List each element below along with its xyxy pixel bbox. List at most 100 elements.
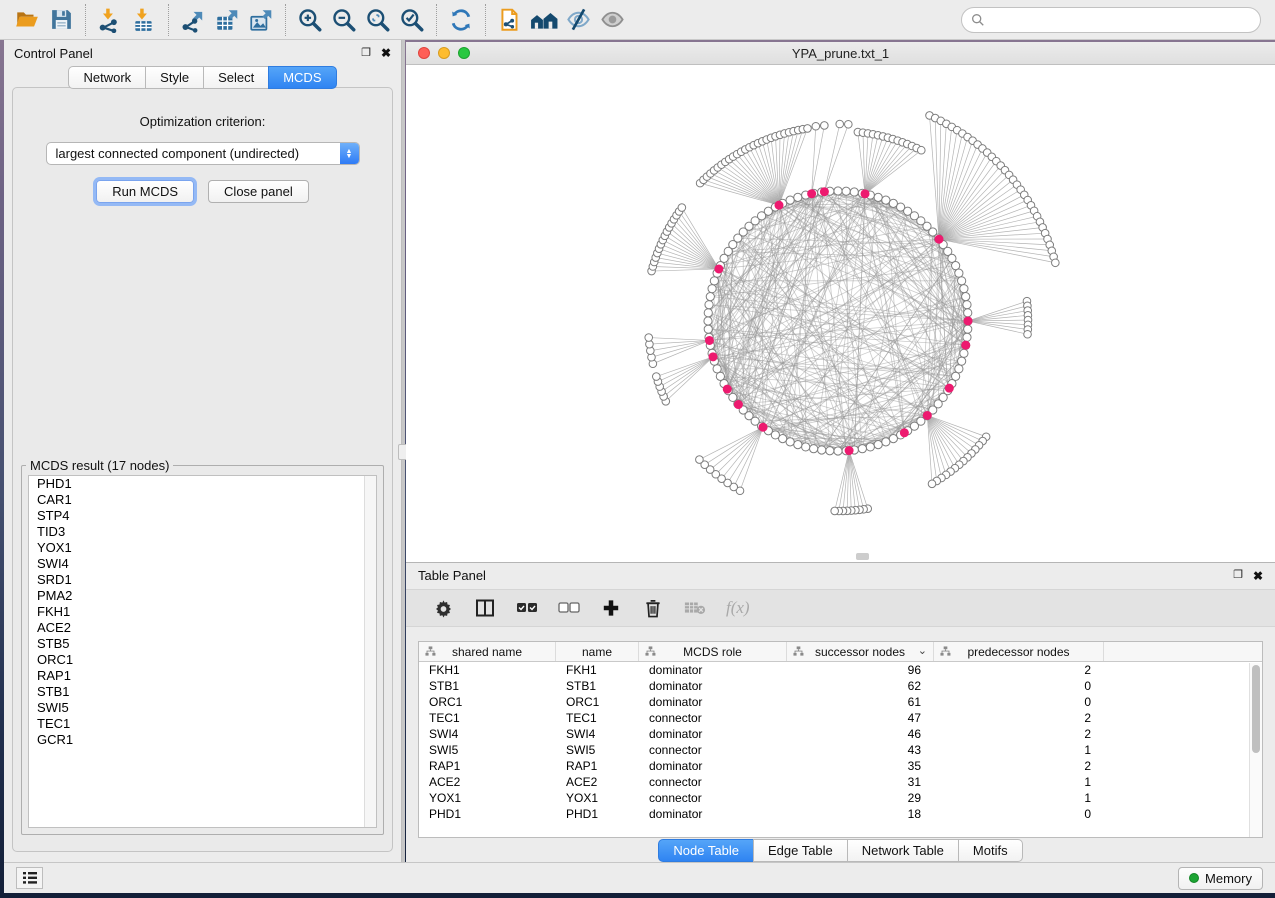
zoom-in-button[interactable] [293,3,327,37]
graph-node[interactable] [786,196,794,204]
mcds-result-item[interactable]: PMA2 [29,588,376,604]
table-row[interactable]: ORC1ORC1dominator610 [419,694,1262,710]
table-row[interactable]: TEC1TEC1connector472 [419,710,1262,726]
mcds-result-item[interactable]: SWI4 [29,556,376,572]
graph-node[interactable] [842,187,850,195]
tab-network-table[interactable]: Network Table [847,839,959,862]
graph-node[interactable] [653,373,661,381]
graph-node-mcds[interactable] [961,341,970,350]
open-session-button[interactable] [10,3,44,37]
table-row[interactable]: RAP1RAP1dominator352 [419,758,1262,774]
graph-node[interactable] [706,293,714,301]
graph-node[interactable] [1024,330,1032,338]
export-network-button[interactable] [176,3,210,37]
graph-node-mcds[interactable] [759,423,768,432]
tab-select[interactable]: Select [203,66,269,89]
graph-node-mcds[interactable] [820,187,829,196]
graph-node[interactable] [802,443,810,451]
mcds-result-item[interactable]: TID3 [29,524,376,540]
first-neighbors-button[interactable] [527,3,561,37]
export-table-button[interactable] [210,3,244,37]
graph-node-mcds[interactable] [923,411,932,420]
delete-column-button[interactable] [642,597,664,619]
delete-table-button[interactable] [684,597,706,619]
graph-node[interactable] [866,443,874,451]
graph-node[interactable] [713,365,721,373]
graph-node[interactable] [958,357,966,365]
graph-node[interactable] [1052,259,1060,267]
column-header-name[interactable]: name [556,642,639,661]
graph-node[interactable] [794,193,802,201]
graph-node[interactable] [821,122,829,130]
close-panel-icon[interactable]: ✖ [1253,570,1263,582]
unselect-all-button[interactable] [558,597,580,619]
float-panel-icon[interactable]: ❐ [361,48,371,59]
network-canvas[interactable] [406,65,1275,562]
table-row[interactable]: FKH1FKH1dominator962 [419,662,1262,678]
graph-node[interactable] [678,204,686,212]
mcds-result-item[interactable]: CAR1 [29,492,376,508]
export-image-button[interactable] [244,3,278,37]
tab-mcds[interactable]: MCDS [268,66,336,89]
graph-node-mcds[interactable] [734,400,743,409]
graph-node[interactable] [964,309,972,317]
table-row[interactable]: YOX1YOX1connector291 [419,790,1262,806]
tab-motifs[interactable]: Motifs [958,839,1023,862]
graph-node[interactable] [831,507,839,515]
graph-node[interactable] [962,293,970,301]
task-history-button[interactable] [16,867,43,889]
memory-button[interactable]: Memory [1178,867,1263,890]
network-titlebar[interactable]: YPA_prune.txt_1 [406,42,1275,65]
mcds-list-scrollbar[interactable] [364,476,376,827]
graph-node[interactable] [917,146,925,154]
select-all-button[interactable] [516,597,538,619]
show-eye-button[interactable] [595,3,629,37]
table-row[interactable]: SWI4SWI4dominator462 [419,726,1262,742]
graph-node[interactable] [850,188,858,196]
graph-node[interactable] [812,122,820,130]
mcds-result-item[interactable]: GCR1 [29,732,376,748]
graph-node-mcds[interactable] [861,189,870,198]
graph-node-mcds[interactable] [845,446,854,455]
graph-node[interactable] [960,285,968,293]
graph-node[interactable] [955,365,963,373]
mcds-result-item[interactable]: ORC1 [29,652,376,668]
tab-network[interactable]: Network [68,66,146,89]
mcds-result-item[interactable]: YOX1 [29,540,376,556]
column-header-shared-name[interactable]: shared name [419,642,556,661]
refresh-button[interactable] [444,3,478,37]
graph-node[interactable] [960,349,968,357]
run-mcds-button[interactable]: Run MCDS [96,180,194,203]
zoom-out-button[interactable] [327,3,361,37]
graph-node-mcds[interactable] [774,201,783,210]
save-session-button[interactable] [44,3,78,37]
graph-node-mcds[interactable] [964,317,973,326]
graph-node[interactable] [963,333,971,341]
column-header-successor-nodes[interactable]: successor nodes⌄ [787,642,934,661]
tab-node-table[interactable]: Node Table [658,839,754,862]
column-header-MCDS-role[interactable]: MCDS role [639,642,787,661]
hide-panels-button[interactable] [561,3,595,37]
mcds-result-item[interactable]: STB1 [29,684,376,700]
graph-node[interactable] [794,441,802,449]
graph-node[interactable] [889,435,897,443]
function-builder-button[interactable]: f(x) [726,597,750,619]
toolbar-search[interactable] [961,7,1261,33]
graph-node[interactable] [952,262,960,270]
zoom-fit-button[interactable] [361,3,395,37]
graph-node[interactable] [826,447,834,455]
mcds-result-item[interactable]: SRD1 [29,572,376,588]
mcds-result-item[interactable]: SWI5 [29,700,376,716]
columns-button[interactable] [474,597,496,619]
graph-node[interactable] [958,277,966,285]
search-input[interactable] [991,12,1251,27]
table-row[interactable]: ACE2ACE2connector311 [419,774,1262,790]
graph-node-mcds[interactable] [709,352,718,361]
graph-node[interactable] [804,125,812,133]
close-panel-button[interactable]: Close panel [208,180,309,203]
table-vscroll[interactable] [1249,663,1262,837]
table-row[interactable]: STB1STB1dominator620 [419,678,1262,694]
mcds-result-item[interactable]: TEC1 [29,716,376,732]
graph-node-mcds[interactable] [807,189,816,198]
tab-style[interactable]: Style [145,66,204,89]
